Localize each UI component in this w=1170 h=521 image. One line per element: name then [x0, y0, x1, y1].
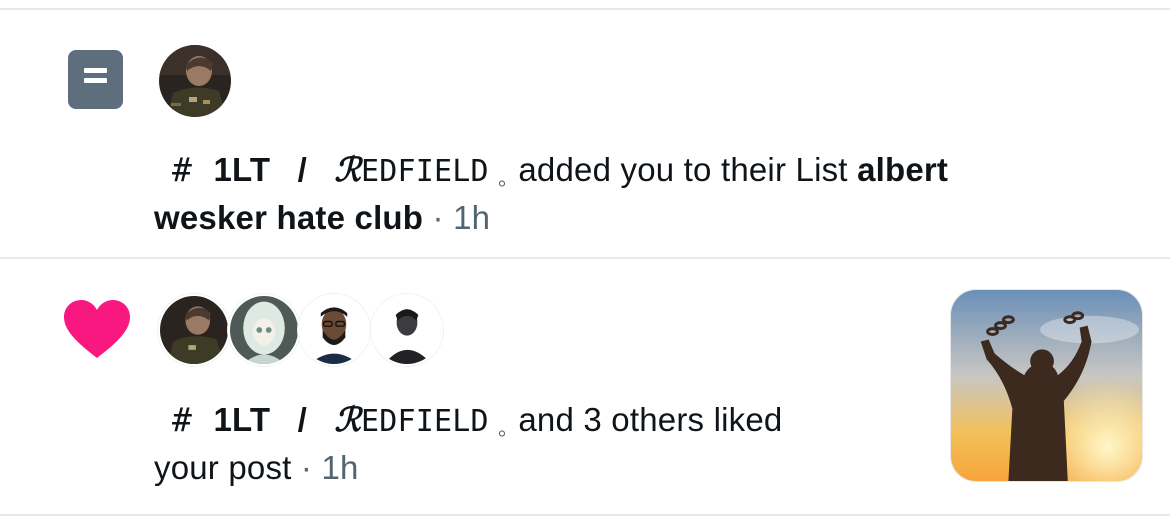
- list-name-continued[interactable]: wesker hate club: [154, 199, 423, 236]
- actor-slash: /: [297, 151, 308, 188]
- actor-initial[interactable]: ℛ: [334, 150, 361, 189]
- list-name[interactable]: albert: [857, 151, 948, 188]
- notification-message: added you to their List: [518, 151, 848, 188]
- avatar-1[interactable]: [158, 294, 230, 366]
- separator: ·: [432, 199, 444, 236]
- actor-name[interactable]: EDFIELD: [361, 404, 489, 439]
- list-icon: [68, 50, 123, 109]
- notification-list-add[interactable]: # 1LT / ℛEDFIELD 。added you to their Lis…: [0, 0, 1170, 257]
- separator: ·: [300, 449, 313, 486]
- bottom-divider: [0, 514, 1170, 516]
- heart-icon: [64, 300, 130, 358]
- avatar-3[interactable]: [298, 294, 370, 366]
- actor-slash: /: [297, 401, 308, 438]
- actor-initial[interactable]: ℛ: [334, 400, 361, 439]
- actor-hash: #: [172, 150, 193, 189]
- actor-dot: 。: [498, 168, 519, 190]
- timestamp: 1h: [453, 199, 491, 236]
- avatar[interactable]: [159, 45, 231, 117]
- post-thumbnail[interactable]: [950, 289, 1143, 482]
- actor-name[interactable]: EDFIELD: [361, 154, 489, 189]
- actor-rank[interactable]: 1LT: [213, 151, 270, 188]
- avatar-4[interactable]: [371, 294, 443, 366]
- like-message-continued: your post: [154, 449, 292, 486]
- notification-text-line-2: wesker hate club · 1h: [154, 194, 490, 242]
- like-message: and 3 others liked: [518, 401, 783, 438]
- avatar-2[interactable]: [228, 294, 300, 366]
- timestamp: 1h: [321, 449, 359, 486]
- like-text-line-2: your post · 1h: [154, 444, 359, 492]
- actor-rank[interactable]: 1LT: [213, 401, 270, 438]
- actor-dot: 。: [498, 418, 519, 440]
- actor-hash: #: [172, 400, 193, 439]
